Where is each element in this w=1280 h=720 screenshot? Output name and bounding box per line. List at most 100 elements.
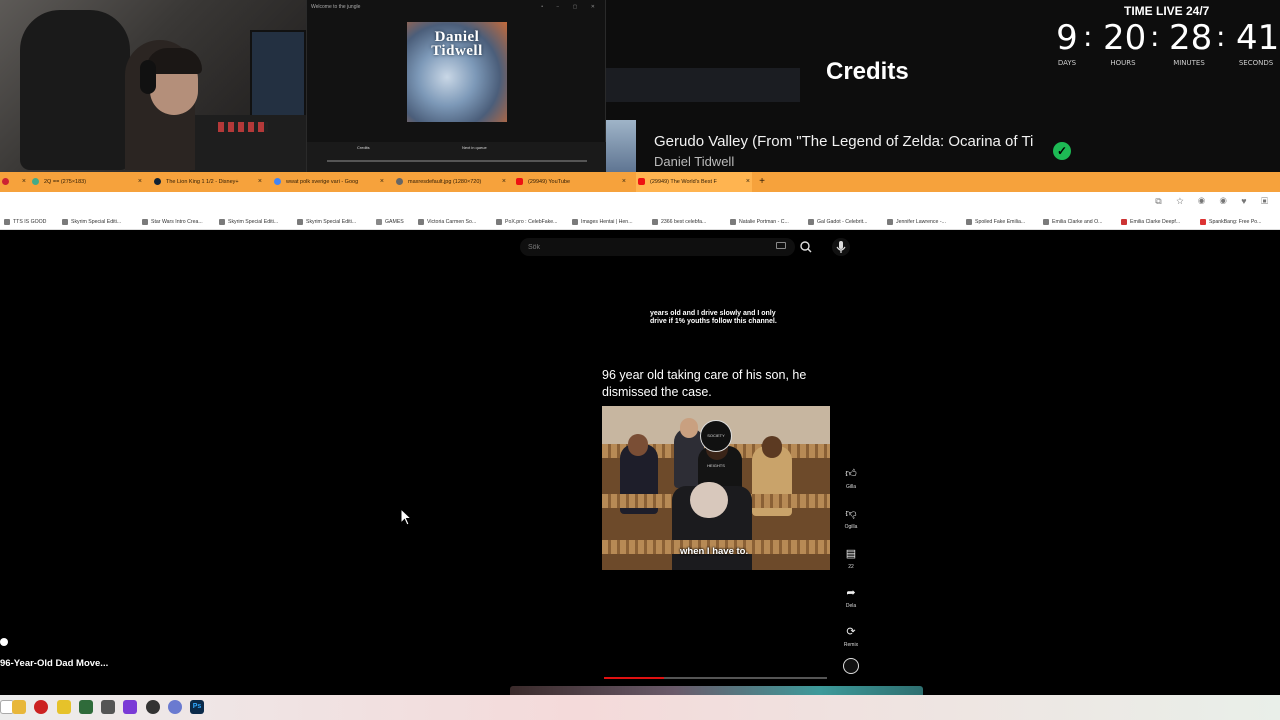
app-icon[interactable]: [123, 700, 137, 714]
app-icon[interactable]: [57, 700, 71, 714]
bookmark-icon: [966, 219, 972, 225]
bookmark-item[interactable]: Spoiled Fake Emilia...: [966, 216, 1025, 228]
track-title: Gerudo Valley (From "The Legend of Zelda…: [654, 133, 1034, 150]
bookmark-item[interactable]: Star Wars Intro Crea...: [142, 216, 203, 228]
video-subtitle: when I have to.: [680, 546, 749, 557]
thumbs-down-icon: 👎︎: [845, 508, 857, 520]
mini-player-indicator: [0, 638, 8, 646]
browser-tab[interactable]: 2Q == (275×183) ×: [30, 172, 144, 192]
browser-tab[interactable]: ×: [0, 172, 28, 192]
mini-player-title[interactable]: 96-Year-Old Dad Move...: [0, 658, 108, 669]
comments-button[interactable]: ▤ 22: [840, 546, 862, 571]
live-timer: 9 DAYS : 20 HOURS : 28 MINUTES : 41 SECONDS: [1053, 18, 1280, 70]
mini-progress: [327, 160, 587, 162]
search-button[interactable]: [797, 239, 815, 255]
photoshop-icon[interactable]: Ps: [190, 700, 204, 714]
bookmark-icon: [219, 219, 225, 225]
tab-favicon-icon: [274, 178, 281, 185]
bookmark-icon: [418, 219, 424, 225]
timer-days: 9: [1056, 18, 1078, 58]
browser-tab[interactable]: maxresdefault.jpg (1280×720) ×: [394, 172, 508, 192]
bookmark-icon: [887, 219, 893, 225]
tab-favicon-icon: [2, 178, 9, 185]
channel-avatar[interactable]: [843, 658, 859, 674]
webcam-feed: [0, 0, 306, 172]
close-icon[interactable]: ×: [502, 172, 506, 192]
bookmark-item[interactable]: TTS IS GOOD: [4, 216, 46, 228]
bookmark-item[interactable]: Natalie Portman - C...: [730, 216, 789, 228]
bookmark-icon: [652, 219, 658, 225]
bookmark-item[interactable]: GAMES: [376, 216, 404, 228]
video-overlay-text: years old and I drive slowly and I only …: [650, 310, 777, 325]
keyboard-icon[interactable]: [776, 242, 786, 249]
share-button[interactable]: ➦ Dela: [840, 585, 862, 610]
timer-seconds: 41: [1236, 18, 1280, 58]
track-thumbnail: [606, 120, 636, 172]
bookmark-icon: [730, 219, 736, 225]
close-icon[interactable]: ×: [258, 172, 262, 192]
address-bar-row: ⧉ ☆ ◉ ◉ ♥ ▣: [0, 192, 1280, 214]
channel-badge[interactable]: SOCIETY HEIGHTS: [700, 420, 732, 468]
bookmark-item[interactable]: SpankBang: Free Po...: [1200, 216, 1261, 228]
bookmark-icon: [1043, 219, 1049, 225]
taskbar: Ps: [0, 695, 1280, 720]
video-progress-fill: [604, 677, 665, 679]
browser-tab-active[interactable]: (29949) The World's Best F ×: [636, 172, 752, 192]
browser-tab[interactable]: wwat polk sverige vari - Goog ×: [272, 172, 386, 192]
album-art: Daniel Tidwell: [407, 22, 507, 122]
app-icon[interactable]: [101, 700, 115, 714]
close-icon[interactable]: ×: [22, 172, 26, 192]
bookmark-item[interactable]: Emilia Clarke Deepf...: [1121, 216, 1180, 228]
search-box[interactable]: [520, 238, 795, 256]
folder-icon[interactable]: [12, 700, 26, 714]
bookmarks-bar: TTS IS GOOD Skyrim Special Editi... Star…: [0, 214, 1280, 230]
browser-tab[interactable]: (29949) YouTube ×: [514, 172, 628, 192]
close-icon[interactable]: ×: [622, 172, 626, 192]
album-logo: Daniel Tidwell: [431, 29, 483, 59]
short-video-player[interactable]: years old and I drive slowly and I only …: [600, 266, 831, 680]
bookmark-item[interactable]: PoX.pro : CelebFake...: [496, 216, 557, 228]
bookmark-icon: [62, 219, 68, 225]
bookmark-item[interactable]: Skyrim Special Editi...: [219, 216, 278, 228]
youtube-shorts-page: years old and I drive slowly and I only …: [0, 230, 1280, 695]
music-player-window: Welcome to the jungle • − ▢ ✕ Daniel Tid…: [306, 0, 607, 172]
bookmark-item[interactable]: Jennifer Lawrence -...: [887, 216, 946, 228]
app-icon[interactable]: [34, 700, 48, 714]
timer-minutes: 28: [1169, 18, 1213, 58]
new-tab-button[interactable]: +: [756, 172, 768, 192]
app-icon[interactable]: [168, 700, 182, 714]
dislike-button[interactable]: 👎︎ Ogilla: [840, 506, 862, 531]
credits-heading: Credits: [826, 58, 909, 85]
bookmark-item[interactable]: Emilia Clarke and O...: [1043, 216, 1102, 228]
mini-tab-credits: Credits: [357, 145, 370, 150]
close-icon[interactable]: ×: [380, 172, 384, 192]
bookmark-item[interactable]: Gal Gadot - Celebrit...: [808, 216, 867, 228]
bookmark-item[interactable]: Victoria Carmen So...: [418, 216, 476, 228]
toolbar-icons[interactable]: ⧉ ☆ ◉ ◉ ♥ ▣: [1155, 196, 1274, 207]
shorts-actions: 👍︎ Gilla 👎︎ Ogilla ▤ 22 ➦ Dela ⟳ Remix: [840, 466, 862, 676]
close-icon[interactable]: ×: [138, 172, 142, 192]
video-progress-bar[interactable]: [604, 677, 827, 679]
search-input[interactable]: [528, 241, 758, 253]
bookmark-item[interactable]: Images Hentai | Hen...: [572, 216, 633, 228]
thumbs-up-icon: 👍︎: [845, 468, 857, 480]
like-button[interactable]: 👍︎ Gilla: [840, 466, 862, 491]
bookmark-icon: [142, 219, 148, 225]
mouse-cursor-icon: [400, 507, 413, 531]
bookmark-item[interactable]: Skyrim Special Editi...: [62, 216, 121, 228]
close-icon[interactable]: ×: [746, 172, 750, 192]
track-artist: Daniel Tidwell: [654, 154, 735, 169]
mic-button[interactable]: [832, 238, 850, 256]
obs-icon[interactable]: [146, 700, 160, 714]
folder-icon: [376, 219, 382, 225]
bookmark-item[interactable]: Skyrim Special Editi...: [297, 216, 356, 228]
remix-button[interactable]: ⟳ Remix: [840, 624, 862, 649]
browser-tab[interactable]: The Lion King 1 1/2 - Disney+ ×: [152, 172, 264, 192]
share-icon: ➦: [846, 587, 856, 599]
bookmark-item[interactable]: 2366 best celebfa...: [652, 216, 706, 228]
credits-tab-bar: [606, 68, 800, 102]
timer-hours: 20: [1103, 18, 1147, 58]
bookmark-icon: [297, 219, 303, 225]
check-icon: ✓: [1053, 142, 1071, 160]
app-icon[interactable]: [79, 700, 93, 714]
